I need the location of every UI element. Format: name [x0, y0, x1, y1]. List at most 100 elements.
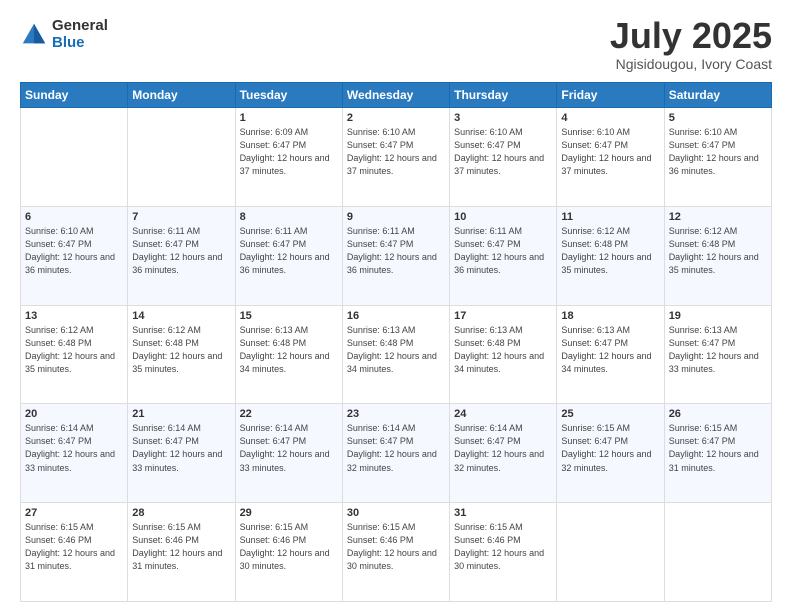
day-info-17: Sunrise: 6:13 AM Sunset: 6:48 PM Dayligh… [454, 324, 552, 376]
logo: General Blue [20, 18, 108, 51]
day-num-3: 3 [454, 112, 552, 124]
day-info-6: Sunrise: 6:10 AM Sunset: 6:47 PM Dayligh… [25, 225, 123, 277]
cell-3-0: 20 Sunrise: 6:14 AM Sunset: 6:47 PM Dayli… [21, 404, 128, 503]
day-num-26: 26 [669, 408, 767, 420]
logo-icon [20, 21, 48, 49]
day-info-3: Sunrise: 6:10 AM Sunset: 6:47 PM Dayligh… [454, 126, 552, 178]
day-num-2: 2 [347, 112, 445, 124]
header-friday: Friday [557, 83, 664, 108]
page: General Blue July 2025 Ngisidougou, Ivor… [0, 0, 792, 612]
day-num-25: 25 [561, 408, 659, 420]
cell-2-4: 17Sunrise: 6:13 AM Sunset: 6:48 PM Dayli… [450, 305, 557, 404]
header-wednesday: Wednesday [342, 83, 449, 108]
cell-4-0: 27 Sunrise: 6:15 AM Sunset: 6:46 PM Dayli… [21, 503, 128, 602]
day-num-27: 27 [25, 507, 123, 519]
day-info-2: Sunrise: 6:10 AM Sunset: 6:47 PM Dayligh… [347, 126, 445, 178]
cell-2-5: 18Sunrise: 6:13 AM Sunset: 6:47 PM Dayli… [557, 305, 664, 404]
cell-4-2: 29Sunrise: 6:15 AM Sunset: 6:46 PM Dayli… [235, 503, 342, 602]
weekday-header-row: Sunday Monday Tuesday Wednesday Thursday… [21, 83, 772, 108]
header: General Blue July 2025 Ngisidougou, Ivor… [20, 18, 772, 72]
cell-2-0: 13 Sunrise: 6:12 AM Sunset: 6:48 PM Dayli… [21, 305, 128, 404]
week-row-3: 20 Sunrise: 6:14 AM Sunset: 6:47 PM Dayli… [21, 404, 772, 503]
cell-4-5 [557, 503, 664, 602]
cell-1-6: 12 Sunrise: 6:12 AM Sunset: 6:48 PM Dayli… [664, 206, 771, 305]
day-num-30: 30 [347, 507, 445, 519]
header-monday: Monday [128, 83, 235, 108]
cell-0-4: 3 Sunrise: 6:10 AM Sunset: 6:47 PM Daylig… [450, 108, 557, 207]
day-info-20: Sunrise: 6:14 AM Sunset: 6:47 PM Dayligh… [25, 422, 123, 474]
day-info-1: Sunrise: 6:09 AM Sunset: 6:47 PM Dayligh… [240, 126, 338, 178]
day-info-21: Sunrise: 6:14 AM Sunset: 6:47 PM Dayligh… [132, 422, 230, 474]
cell-2-6: 19 Sunrise: 6:13 AM Sunset: 6:47 PM Dayli… [664, 305, 771, 404]
header-thursday: Thursday [450, 83, 557, 108]
cell-0-1 [128, 108, 235, 207]
cell-0-0 [21, 108, 128, 207]
cell-1-1: 7 Sunrise: 6:11 AM Sunset: 6:47 PM Daylig… [128, 206, 235, 305]
calendar-table: Sunday Monday Tuesday Wednesday Thursday… [20, 82, 772, 602]
day-num-9: 9 [347, 211, 445, 223]
day-num-19: 19 [669, 310, 767, 322]
cell-4-1: 28 Sunrise: 6:15 AM Sunset: 6:46 PM Dayli… [128, 503, 235, 602]
day-info-7: Sunrise: 6:11 AM Sunset: 6:47 PM Dayligh… [132, 225, 230, 277]
day-info-13: Sunrise: 6:12 AM Sunset: 6:48 PM Dayligh… [25, 324, 123, 376]
week-row-1: 6 Sunrise: 6:10 AM Sunset: 6:47 PM Daylig… [21, 206, 772, 305]
day-info-15: Sunrise: 6:13 AM Sunset: 6:48 PM Dayligh… [240, 324, 338, 376]
day-num-6: 6 [25, 211, 123, 223]
day-info-23: Sunrise: 6:14 AM Sunset: 6:47 PM Dayligh… [347, 422, 445, 474]
day-num-29: 29 [240, 507, 338, 519]
day-num-28: 28 [132, 507, 230, 519]
day-info-5: Sunrise: 6:10 AM Sunset: 6:47 PM Dayligh… [669, 126, 767, 178]
day-info-9: Sunrise: 6:11 AM Sunset: 6:47 PM Dayligh… [347, 225, 445, 277]
week-row-2: 13 Sunrise: 6:12 AM Sunset: 6:48 PM Dayli… [21, 305, 772, 404]
cell-3-4: 24Sunrise: 6:14 AM Sunset: 6:47 PM Dayli… [450, 404, 557, 503]
day-num-15: 15 [240, 310, 338, 322]
cell-3-1: 21 Sunrise: 6:14 AM Sunset: 6:47 PM Dayli… [128, 404, 235, 503]
cell-0-2: 1 Sunrise: 6:09 AM Sunset: 6:47 PM Daylig… [235, 108, 342, 207]
cell-4-6 [664, 503, 771, 602]
cell-2-2: 15 Sunrise: 6:13 AM Sunset: 6:48 PM Dayli… [235, 305, 342, 404]
cell-4-3: 30 Sunrise: 6:15 AM Sunset: 6:46 PM Dayli… [342, 503, 449, 602]
day-info-22: Sunrise: 6:14 AM Sunset: 6:47 PM Dayligh… [240, 422, 338, 474]
day-num-5: 5 [669, 112, 767, 124]
cell-1-2: 8Sunrise: 6:11 AM Sunset: 6:47 PM Daylig… [235, 206, 342, 305]
cell-0-6: 5 Sunrise: 6:10 AM Sunset: 6:47 PM Daylig… [664, 108, 771, 207]
day-num-22: 22 [240, 408, 338, 420]
week-row-0: 1 Sunrise: 6:09 AM Sunset: 6:47 PM Daylig… [21, 108, 772, 207]
day-info-10: Sunrise: 6:11 AM Sunset: 6:47 PM Dayligh… [454, 225, 552, 277]
header-tuesday: Tuesday [235, 83, 342, 108]
cell-3-5: 25 Sunrise: 6:15 AM Sunset: 6:47 PM Dayli… [557, 404, 664, 503]
day-info-30: Sunrise: 6:15 AM Sunset: 6:46 PM Dayligh… [347, 521, 445, 573]
day-info-24: Sunrise: 6:14 AM Sunset: 6:47 PM Dayligh… [454, 422, 552, 474]
day-num-1: 1 [240, 112, 338, 124]
day-info-27: Sunrise: 6:15 AM Sunset: 6:46 PM Dayligh… [25, 521, 123, 573]
day-info-12: Sunrise: 6:12 AM Sunset: 6:48 PM Dayligh… [669, 225, 767, 277]
day-num-16: 16 [347, 310, 445, 322]
day-num-7: 7 [132, 211, 230, 223]
day-info-16: Sunrise: 6:13 AM Sunset: 6:48 PM Dayligh… [347, 324, 445, 376]
day-num-14: 14 [132, 310, 230, 322]
day-info-28: Sunrise: 6:15 AM Sunset: 6:46 PM Dayligh… [132, 521, 230, 573]
day-num-11: 11 [561, 211, 659, 223]
day-info-19: Sunrise: 6:13 AM Sunset: 6:47 PM Dayligh… [669, 324, 767, 376]
cell-2-1: 14 Sunrise: 6:12 AM Sunset: 6:48 PM Dayli… [128, 305, 235, 404]
title-month: July 2025 [610, 18, 772, 54]
day-info-25: Sunrise: 6:15 AM Sunset: 6:47 PM Dayligh… [561, 422, 659, 474]
cell-1-5: 11Sunrise: 6:12 AM Sunset: 6:48 PM Dayli… [557, 206, 664, 305]
cell-1-4: 10 Sunrise: 6:11 AM Sunset: 6:47 PM Dayli… [450, 206, 557, 305]
day-num-21: 21 [132, 408, 230, 420]
day-info-14: Sunrise: 6:12 AM Sunset: 6:48 PM Dayligh… [132, 324, 230, 376]
day-num-13: 13 [25, 310, 123, 322]
day-num-8: 8 [240, 211, 338, 223]
cell-4-4: 31Sunrise: 6:15 AM Sunset: 6:46 PM Dayli… [450, 503, 557, 602]
logo-general-label: General [52, 18, 108, 35]
cell-2-3: 16 Sunrise: 6:13 AM Sunset: 6:48 PM Dayli… [342, 305, 449, 404]
day-num-4: 4 [561, 112, 659, 124]
day-num-31: 31 [454, 507, 552, 519]
day-num-20: 20 [25, 408, 123, 420]
day-num-10: 10 [454, 211, 552, 223]
header-saturday: Saturday [664, 83, 771, 108]
day-num-12: 12 [669, 211, 767, 223]
day-num-23: 23 [347, 408, 445, 420]
day-info-18: Sunrise: 6:13 AM Sunset: 6:47 PM Dayligh… [561, 324, 659, 376]
day-info-4: Sunrise: 6:10 AM Sunset: 6:47 PM Dayligh… [561, 126, 659, 178]
